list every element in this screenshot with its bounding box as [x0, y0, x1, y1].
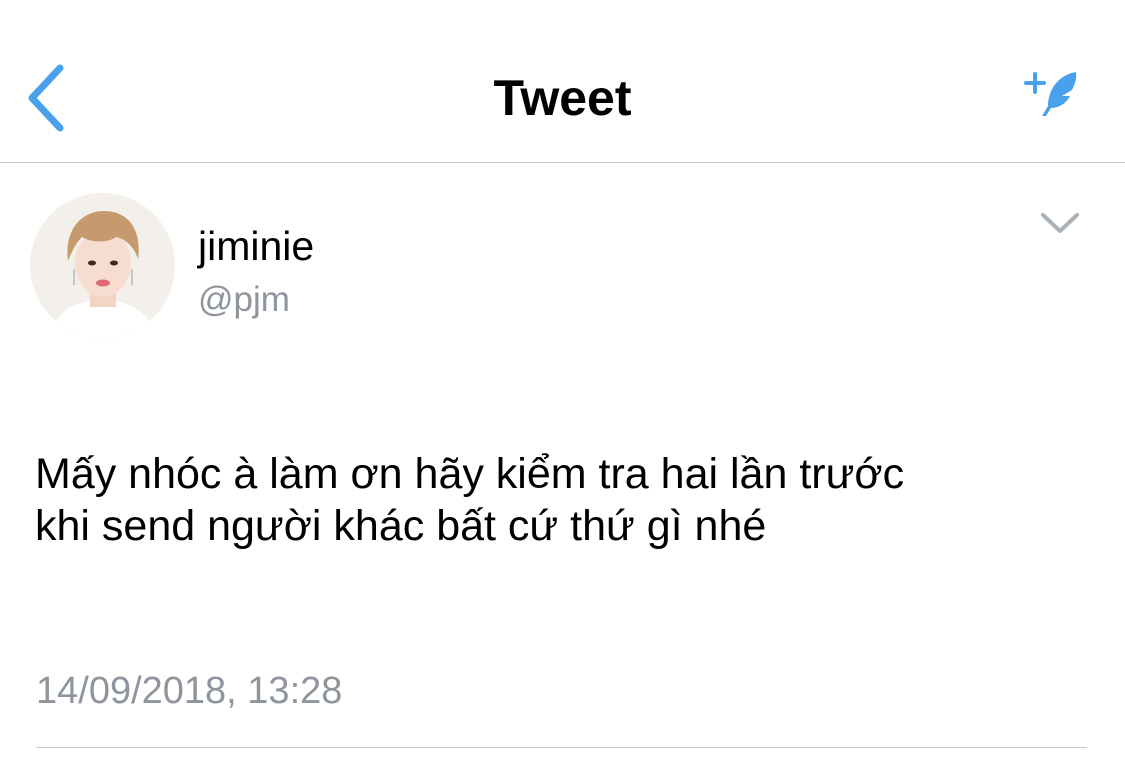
tweet-text-line-1: Mấy nhóc à làm ơn hãy kiểm tra hai lần t…	[35, 450, 905, 498]
tweet-text: Mấy nhóc à làm ơn hãy kiểm tra hai lần t…	[35, 448, 1095, 552]
user-handle[interactable]: @pjm	[198, 278, 290, 322]
divider	[36, 747, 1087, 748]
avatar[interactable]	[30, 193, 175, 338]
profile-photo	[30, 193, 175, 338]
chevron-down-icon	[1041, 213, 1079, 233]
tweet-text-line-2: khi send người khác bất cứ thứ gì nhé	[35, 502, 767, 550]
tweet-timestamp: 14/09/2018, 13:28	[36, 670, 343, 712]
compose-tweet-button[interactable]	[1024, 68, 1084, 120]
page-title: Tweet	[493, 70, 632, 126]
display-name[interactable]: jiminie	[198, 221, 314, 271]
compose-tweet-icon	[1024, 72, 1077, 116]
navigation-bar: Tweet	[0, 0, 1125, 163]
tweet-menu-button[interactable]	[1038, 207, 1082, 239]
